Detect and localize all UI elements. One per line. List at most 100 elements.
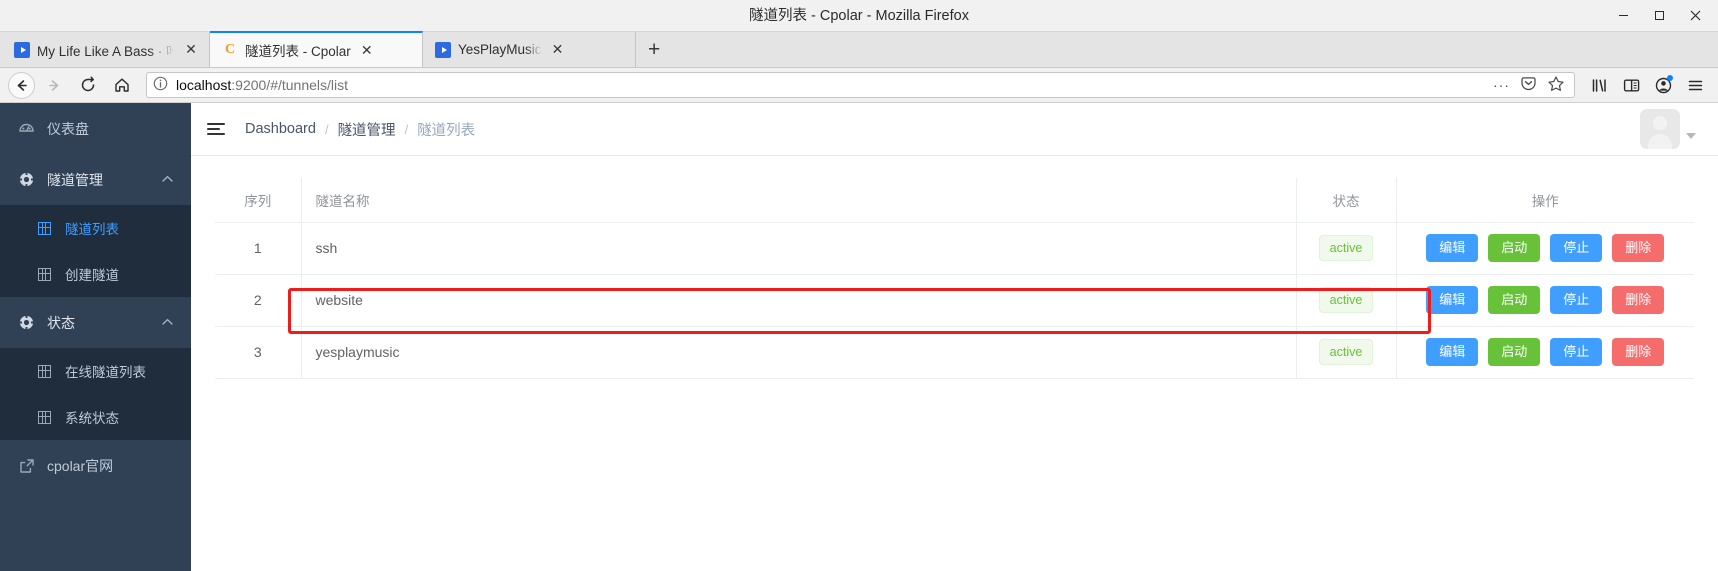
home-button[interactable] [107,71,137,99]
start-button[interactable]: 启动 [1488,285,1541,315]
url-bar[interactable]: localhost:9200/#/tunnels/list ··· [146,72,1575,98]
navigation-toolbar: localhost:9200/#/tunnels/list ··· [0,68,1718,103]
url-text[interactable]: localhost:9200/#/tunnels/list [176,77,1485,93]
hamburger-menu-icon[interactable] [1680,71,1710,99]
sidebar-item-system-status[interactable]: 系统状态 [0,394,191,440]
url-path: :9200/#/tunnels/list [231,77,349,93]
page-actions-icon[interactable]: ··· [1493,77,1510,93]
table-icon [36,266,53,283]
firefox-window: 隧道列表 - Cpolar - Mozilla Firefox My Life … [0,0,1718,571]
tab-strip: My Life Like A Bass · 叶尔 ✕ C 隧道列表 - Cpol… [0,31,1718,68]
new-tab-button[interactable]: + [636,35,672,65]
table-icon [36,363,53,380]
sidebar-group-status[interactable]: 状态 [0,297,191,348]
window-controls [1606,3,1712,29]
sidebar-item-create-tunnel[interactable]: 创建隧道 [0,251,191,297]
status-badge: active [1318,235,1374,261]
status-badge: active [1318,339,1374,365]
sidebar-item-online-tunnel-list[interactable]: 在线隧道列表 [0,348,191,394]
edit-button[interactable]: 编辑 [1426,337,1479,367]
minimize-button[interactable] [1606,3,1640,29]
maximize-button[interactable] [1642,3,1676,29]
tab-3-close-icon[interactable]: ✕ [549,41,567,58]
stop-button[interactable]: 停止 [1550,337,1603,367]
tab-2-label: 隧道列表 - Cpolar [245,44,351,59]
chevron-up-icon [162,317,173,329]
sidebar-item-create-tunnel-label: 创建隧道 [65,268,119,283]
sidebar-group-status-label: 状态 [47,314,75,331]
delete-button[interactable]: 删除 [1612,337,1665,367]
chevron-up-icon [162,174,173,186]
table-row[interactable]: 1 ssh active 编辑 启动 停止 删除 [215,222,1694,275]
cell-tunnel-name: website [301,274,1297,327]
table-header-row: 序列 隧道名称 状态 操作 [215,178,1694,223]
cell-status: active [1296,274,1397,327]
table-icon [36,220,53,237]
cell-operations: 编辑 启动 停止 删除 [1396,222,1694,275]
back-button[interactable] [8,71,35,99]
breadcrumb-item-tunnel-management[interactable]: 隧道管理 [338,119,396,140]
reload-button[interactable] [73,71,103,99]
cell-operations: 编辑 启动 停止 删除 [1396,274,1694,327]
sidebar-item-tunnel-list[interactable]: 隧道列表 [0,205,191,251]
user-menu[interactable] [1640,109,1696,149]
close-window-button[interactable] [1678,3,1712,29]
stop-button[interactable]: 停止 [1550,285,1603,315]
start-button[interactable]: 启动 [1488,233,1541,263]
cpolar-c-icon: C [224,42,236,57]
start-button[interactable]: 启动 [1488,337,1541,367]
tunnel-list-content: 序列 隧道名称 状态 操作 1 ssh active 编辑 启动 停止 删除 2… [191,156,1718,571]
account-icon[interactable] [1648,71,1678,99]
browser-tab-1[interactable]: My Life Like A Bass · 叶尔 ✕ [2,32,210,67]
sidebar-filler [0,491,191,571]
table-row[interactable]: 3 yesplaymusic active 编辑 启动 停止 删除 [215,326,1694,379]
table-row[interactable]: 2 website active 编辑 启动 停止 删除 [215,274,1694,327]
browser-tab-2[interactable]: C 隧道列表 - Cpolar ✕ [210,31,423,67]
column-header-operations: 操作 [1396,178,1694,223]
table-icon [36,409,53,426]
pocket-icon[interactable] [1520,75,1537,95]
page-viewport: 仪表盘 隧道管理 隧道列表 创建隧道 状态 在线隧道列表 系统状态 cpolar… [0,103,1718,571]
cell-operations: 编辑 启动 停止 删除 [1396,326,1694,379]
sidebar-item-system-status-label: 系统状态 [65,411,119,426]
delete-button[interactable]: 删除 [1612,285,1665,315]
sidebar-item-dashboard-label: 仪表盘 [47,120,89,137]
chevron-down-icon[interactable] [1686,133,1696,139]
tab-1-label: My Life Like A Bass · 叶尔 [37,43,175,59]
cell-tunnel-name: yesplaymusic [301,326,1297,379]
cell-status: active [1296,222,1397,275]
browser-toolbar-right [1584,71,1710,99]
cell-tunnel-name: ssh [301,222,1297,275]
tunnels-table: 序列 隧道名称 状态 操作 1 ssh active 编辑 启动 停止 删除 2… [215,178,1694,379]
breadcrumb-item-dashboard[interactable]: Dashboard [245,121,316,137]
cell-seq: 2 [215,274,302,327]
breadcrumb-item-tunnel-list: 隧道列表 [417,122,476,139]
delete-button[interactable]: 删除 [1612,233,1665,263]
library-icon[interactable] [1584,71,1614,99]
sidebar-item-tunnel-list-label: 隧道列表 [65,222,119,237]
bookmark-star-icon[interactable] [1547,75,1565,96]
app-topbar: Dashboard / 隧道管理 / 隧道列表 [191,103,1718,156]
external-link-icon [18,457,35,474]
sidebar-group-tunnel-management[interactable]: 隧道管理 [0,154,191,205]
sidebar-submenu-status: 在线隧道列表 系统状态 [0,348,191,440]
sidebar-item-online-tunnel-list-label: 在线隧道列表 [65,365,146,380]
edit-button[interactable]: 编辑 [1426,233,1479,263]
window-titlebar: 隧道列表 - Cpolar - Mozilla Firefox [0,0,1718,32]
sidebar-item-dashboard[interactable]: 仪表盘 [0,103,191,154]
app-main: Dashboard / 隧道管理 / 隧道列表 序列 隧道名称 状态 操作 1 … [191,103,1718,571]
avatar[interactable] [1640,109,1680,149]
stop-button[interactable]: 停止 [1550,233,1603,263]
sidebar-submenu-tunnel-management: 隧道列表 创建隧道 [0,205,191,297]
tab-2-close-icon[interactable]: ✕ [358,42,376,59]
sidebar-item-cpolar-website[interactable]: cpolar官网 [0,440,191,491]
browser-tab-3[interactable]: YesPlayMusic ✕ [423,32,636,67]
column-header-name: 隧道名称 [301,178,1297,223]
forward-button[interactable] [39,71,69,99]
edit-button[interactable]: 编辑 [1426,285,1479,315]
sidebar-icon[interactable] [1616,71,1646,99]
sidebar-toggle-icon[interactable] [207,123,225,135]
info-circle-icon[interactable] [153,76,168,94]
tab-1-close-icon[interactable]: ✕ [182,41,200,58]
breadcrumb-separator: / [404,121,409,137]
